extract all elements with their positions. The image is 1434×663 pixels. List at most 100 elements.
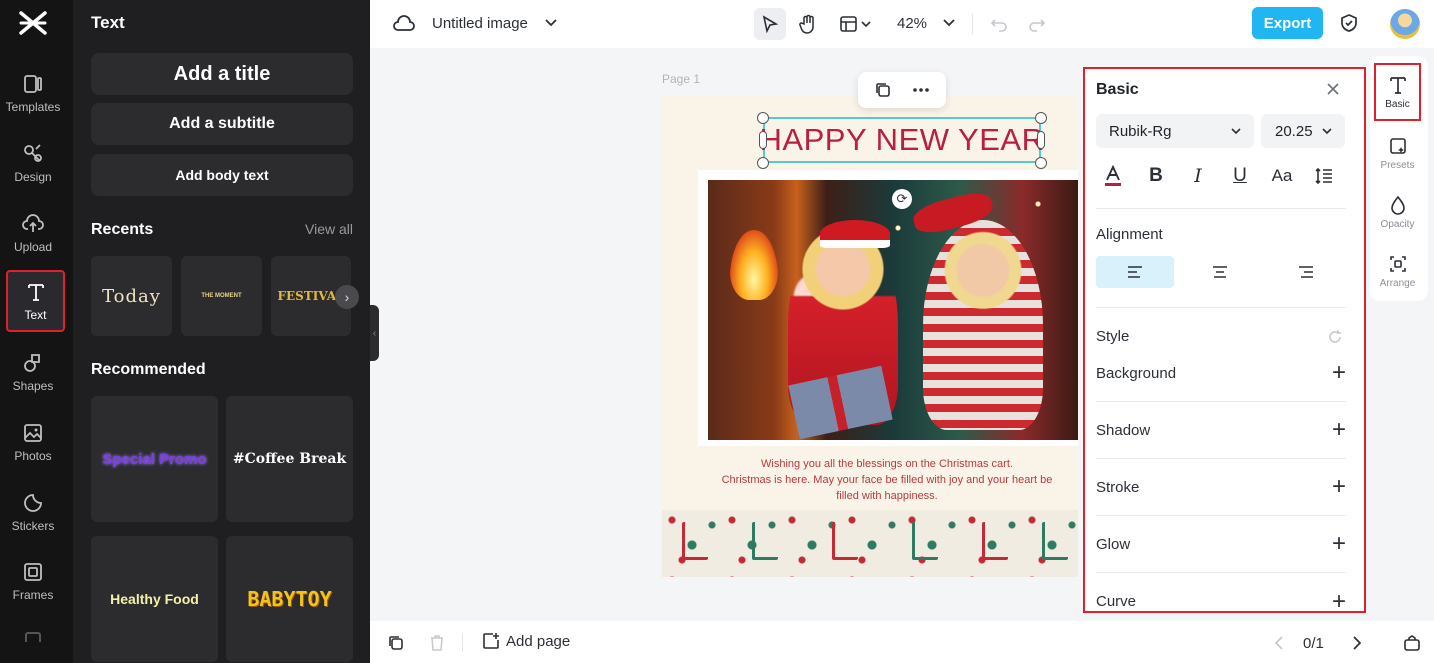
- font-size-select[interactable]: 20.25: [1261, 114, 1345, 148]
- title-text[interactable]: HAPPY NEW YEAR: [760, 122, 1045, 158]
- recommended-template-card[interactable]: BABYTOY: [226, 536, 353, 662]
- style-curve-row[interactable]: Curve +: [1096, 573, 1346, 611]
- chevron-right-icon: ›: [344, 289, 350, 305]
- assets-button[interactable]: [1402, 633, 1422, 653]
- style-stroke-row[interactable]: Stroke +: [1096, 459, 1346, 516]
- cloud-icon[interactable]: [392, 13, 416, 35]
- resize-handle[interactable]: [1035, 112, 1047, 124]
- recent-template-card[interactable]: Today: [91, 256, 172, 336]
- text-color-button[interactable]: [1099, 163, 1127, 189]
- chevron-left-icon: ‹: [372, 327, 377, 339]
- select-tool-button[interactable]: [754, 8, 786, 40]
- previous-page-button[interactable]: [1269, 633, 1289, 653]
- hand-tool-button[interactable]: [796, 12, 820, 36]
- avatar[interactable]: [1390, 9, 1420, 39]
- design-card[interactable]: Wishing you all the blessings on the Chr…: [662, 96, 1078, 577]
- style-glow-row[interactable]: Glow +: [1096, 516, 1346, 573]
- font-family-value: Rubik-Rg: [1109, 122, 1172, 140]
- resize-handle[interactable]: [1037, 131, 1045, 149]
- add-page-button[interactable]: Add page: [482, 632, 570, 650]
- design-icon: [24, 143, 42, 162]
- italic-icon: I: [1194, 165, 1202, 187]
- align-left-button[interactable]: [1096, 256, 1174, 288]
- plus-icon[interactable]: +: [1332, 361, 1346, 385]
- resize-handle[interactable]: [1035, 157, 1047, 169]
- zoom-level[interactable]: 42%: [897, 15, 927, 32]
- recommended-template-card[interactable]: Healthy Food: [91, 536, 218, 662]
- christmas-photo[interactable]: [708, 180, 1078, 440]
- style-background-row[interactable]: Background +: [1096, 345, 1346, 402]
- shield-button[interactable]: [1338, 12, 1360, 34]
- rotate-handle[interactable]: ⟳: [892, 189, 912, 209]
- rail-item-shapes[interactable]: Shapes: [0, 341, 66, 403]
- close-button[interactable]: [1325, 81, 1343, 99]
- align-center-button[interactable]: [1181, 256, 1259, 288]
- style-shadow-row[interactable]: Shadow +: [1096, 402, 1346, 459]
- plus-icon[interactable]: +: [1332, 418, 1346, 442]
- right-tool-strip: Basic Presets Opacity Arrange: [1370, 56, 1428, 301]
- selected-title-textbox[interactable]: HAPPY NEW YEAR: [760, 117, 1044, 163]
- next-page-button[interactable]: [1347, 633, 1367, 653]
- rail-item-templates[interactable]: Templates: [0, 62, 66, 124]
- document-title[interactable]: Untitled image: [432, 15, 528, 32]
- underline-button[interactable]: U: [1226, 163, 1254, 189]
- strip-item-arrange[interactable]: Arrange: [1374, 242, 1421, 300]
- bold-button[interactable]: B: [1142, 163, 1170, 189]
- greeting-text[interactable]: Wishing you all the blessings on the Chr…: [702, 456, 1072, 504]
- rail-label: Stickers: [11, 518, 55, 533]
- plus-icon[interactable]: +: [1332, 475, 1346, 499]
- more-icon[interactable]: [25, 632, 41, 642]
- opacity-icon: [1390, 195, 1405, 215]
- capcut-logo-icon[interactable]: [17, 9, 49, 37]
- strip-item-opacity[interactable]: Opacity: [1374, 183, 1421, 241]
- chevron-down-icon[interactable]: [942, 16, 956, 30]
- properties-panel: Basic Rubik-Rg 20.25 B I U Aa Alignment …: [1083, 67, 1366, 613]
- recents-next-button[interactable]: ›: [335, 285, 359, 309]
- recommended-template-card[interactable]: #Coffee Break: [226, 396, 353, 522]
- rail-item-stickers[interactable]: Stickers: [0, 481, 66, 543]
- chevron-down-icon: [1322, 128, 1332, 135]
- resize-handle[interactable]: [757, 157, 769, 169]
- strip-item-basic[interactable]: Basic: [1374, 63, 1421, 121]
- chevron-down-icon[interactable]: [544, 16, 558, 30]
- recent-template-card[interactable]: THE MOMENT: [181, 256, 262, 336]
- plus-icon[interactable]: +: [1332, 532, 1346, 556]
- add-body-text-button[interactable]: Add body text: [91, 154, 353, 196]
- add-title-button[interactable]: Add a title: [91, 53, 353, 95]
- resize-handle[interactable]: [759, 131, 767, 149]
- reset-style-button[interactable]: [1327, 329, 1343, 345]
- strip-label: Opacity: [1380, 218, 1415, 230]
- line-spacing-button[interactable]: [1310, 163, 1338, 189]
- text-color-icon: [1105, 165, 1121, 186]
- panel-collapse-handle[interactable]: ‹: [370, 305, 379, 361]
- rail-item-frames[interactable]: Frames: [0, 550, 66, 612]
- recents-label: Recents: [91, 221, 154, 238]
- resize-handle[interactable]: [757, 112, 769, 124]
- recommended-template-card[interactable]: Special Promo: [91, 396, 218, 522]
- rail-item-design[interactable]: Design: [0, 132, 66, 194]
- redo-button[interactable]: [1026, 13, 1048, 35]
- text-case-button[interactable]: Aa: [1268, 163, 1296, 189]
- more-options-button[interactable]: [911, 80, 931, 100]
- view-all-link[interactable]: View all: [305, 221, 353, 237]
- add-subtitle-button[interactable]: Add a subtitle: [91, 103, 353, 145]
- rail-item-photos[interactable]: Photos: [0, 411, 66, 473]
- font-family-select[interactable]: Rubik-Rg: [1096, 114, 1254, 148]
- plus-icon[interactable]: +: [1332, 589, 1346, 611]
- export-button[interactable]: Export: [1252, 7, 1323, 39]
- italic-button[interactable]: I: [1184, 163, 1212, 189]
- layout-tool-button[interactable]: [838, 12, 874, 36]
- layers-button[interactable]: [386, 633, 406, 653]
- strip-item-presets[interactable]: Presets: [1374, 124, 1421, 182]
- toolbar-divider: [972, 14, 973, 34]
- undo-button[interactable]: [988, 13, 1010, 35]
- duplicate-button[interactable]: [873, 80, 893, 100]
- text-icon: [1389, 76, 1406, 94]
- reindeer-shape: [752, 522, 778, 560]
- rail-label: Frames: [12, 587, 54, 602]
- shapes-icon: [24, 353, 40, 372]
- rail-item-upload[interactable]: Upload: [0, 202, 66, 264]
- delete-page-button[interactable]: [427, 633, 447, 653]
- rail-item-text[interactable]: Text: [6, 270, 65, 332]
- align-right-button[interactable]: [1267, 256, 1345, 288]
